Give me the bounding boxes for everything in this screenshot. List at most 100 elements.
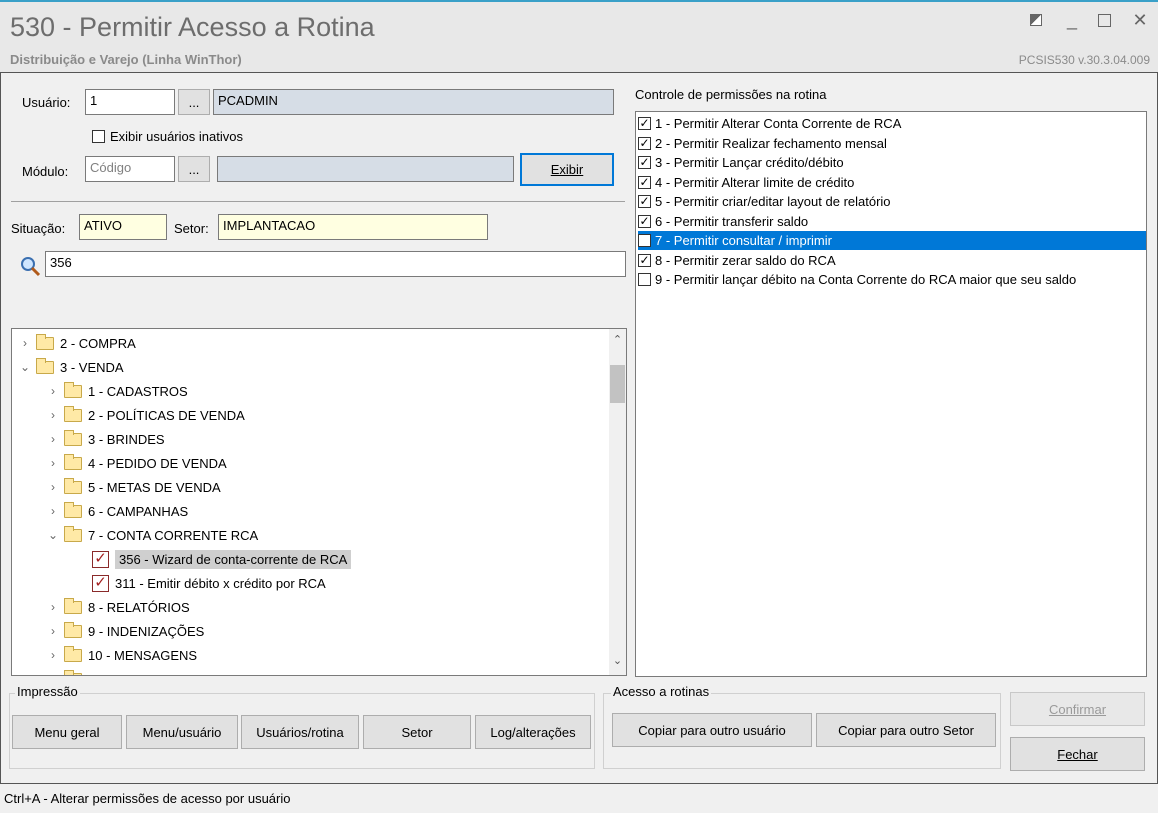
user-lookup-button[interactable]: ...	[178, 89, 210, 115]
permission-checkbox[interactable]: ✓	[638, 214, 651, 228]
tree-item[interactable]: › 10 - MENSAGENS	[46, 643, 197, 667]
chevron-right-icon[interactable]: ›	[46, 648, 60, 662]
situacao-label: Situação:	[11, 221, 66, 236]
chevron-right-icon[interactable]: ›	[46, 600, 60, 614]
module-label: Módulo:	[22, 164, 69, 179]
maximize-icon[interactable]	[1098, 10, 1114, 31]
tree-item[interactable]: › 9 - INDENIZAÇÕES	[46, 619, 204, 643]
permission-item[interactable]: 7 - Permitir consultar / imprimir	[638, 231, 1146, 250]
menu-usuario-button[interactable]: Menu/usuário	[126, 715, 238, 749]
folder-icon	[64, 501, 82, 518]
permission-item[interactable]: 9 - Permitir lançar débito na Conta Corr…	[638, 270, 1146, 289]
chevron-right-icon[interactable]: ›	[46, 432, 60, 446]
permission-item[interactable]: ✓ 2 - Permitir Realizar fechamento mensal	[638, 134, 1146, 153]
permission-item[interactable]: ✓ 1 - Permitir Alterar Conta Corrente de …	[638, 114, 1146, 133]
permission-checkbox[interactable]: ✓	[638, 136, 651, 150]
tree-item[interactable]: › 3 - BRINDES	[46, 427, 165, 451]
exibir-button[interactable]: Exibir	[520, 153, 614, 186]
tree-scrollbar[interactable]: ⌃ ⌄	[609, 329, 626, 675]
permission-checkbox[interactable]	[638, 234, 651, 247]
permissions-list: ✓ 1 - Permitir Alterar Conta Corrente de …	[635, 111, 1147, 677]
tree-item[interactable]: › 2 - COMPRA	[18, 331, 136, 355]
permission-checkbox[interactable]: ✓	[638, 156, 651, 169]
setor-field: IMPLANTACAO	[218, 214, 488, 240]
permission-label: 4 - Permitir Alterar limite de crédito	[655, 174, 855, 190]
tree-item[interactable]: ✓ 356 - Wizard de conta-corrente de RCA	[74, 547, 352, 571]
tree-item[interactable]: › 5 - METAS DE VENDA	[46, 475, 221, 499]
routine-check-icon[interactable]: ✓	[92, 550, 109, 568]
copy-to-user-button[interactable]: Copiar para outro usuário	[612, 713, 812, 747]
permission-item[interactable]: ✓ 4 - Permitir Alterar limite de crédito	[638, 173, 1146, 192]
minimize-icon[interactable]: _	[1064, 10, 1080, 31]
chevron-right-icon[interactable]: ›	[18, 336, 32, 350]
fechar-button[interactable]: Fechar	[1010, 737, 1145, 771]
permission-checkbox[interactable]: ✓	[638, 175, 651, 189]
module-name-field	[217, 156, 514, 182]
folder-icon	[64, 525, 82, 542]
folder-icon	[64, 645, 82, 662]
tree-item-label: 8 - RELATÓRIOS	[88, 599, 190, 615]
tree-item[interactable]: ⌄ 7 - CONTA CORRENTE RCA	[46, 523, 258, 547]
folder-icon	[64, 477, 82, 494]
log-alteracoes-button[interactable]: Log/alterações	[475, 715, 591, 749]
permission-checkbox[interactable]	[638, 273, 651, 286]
permission-label: 7 - Permitir consultar / imprimir	[655, 233, 832, 248]
routine-check-icon[interactable]: ✓	[92, 574, 109, 592]
search-input[interactable]: 356	[45, 251, 626, 277]
module-lookup-button[interactable]: ...	[178, 156, 210, 182]
tree-item-label: 311 - Emitir débito x crédito por RCA	[115, 575, 326, 591]
tree-item[interactable]: ✓ 311 - Emitir débito x crédito por RCA	[74, 571, 326, 595]
tree-item[interactable]: › 6 - CAMPANHAS	[46, 499, 188, 523]
user-label: Usuário:	[22, 95, 71, 110]
tree-item-label: 6 - CAMPANHAS	[88, 503, 189, 519]
restore-icon[interactable]	[1030, 10, 1046, 31]
tree-item-label: 7 - CONTA CORRENTE RCA	[88, 527, 259, 543]
tree-item-label: 9 - INDENIZAÇÕES	[88, 623, 205, 639]
chevron-right-icon[interactable]: ›	[46, 624, 60, 638]
tree-item[interactable]: › 4 - PEDIDO DE VENDA	[46, 451, 227, 475]
scroll-down-icon[interactable]: ⌄	[609, 654, 626, 667]
chevron-right-icon[interactable]: ›	[46, 384, 60, 398]
tree-item[interactable]: › 1 - CADASTROS	[46, 379, 188, 403]
chevron-right-icon[interactable]: ›	[46, 672, 60, 675]
menu-geral-button[interactable]: Menu geral	[12, 715, 122, 749]
permission-item[interactable]: ✓ 5 - Permitir criar/editar layout de rel…	[638, 192, 1146, 211]
copy-to-setor-button[interactable]: Copiar para outro Setor	[816, 713, 996, 747]
window-controls: _ ✕	[1030, 10, 1148, 31]
permission-item[interactable]: ✓ 6 - Permitir transferir saldo	[638, 212, 1146, 231]
user-code-input[interactable]: 1	[85, 89, 175, 115]
impressao-title: Impressão	[15, 684, 80, 699]
chevron-right-icon[interactable]: ›	[46, 408, 60, 422]
show-inactive-checkbox[interactable]	[92, 130, 105, 143]
close-icon[interactable]: ✕	[1132, 10, 1148, 31]
setor-button[interactable]: Setor	[363, 715, 471, 749]
permission-item[interactable]: ✓ 8 - Permitir zerar saldo do RCA	[638, 251, 1146, 270]
permission-checkbox[interactable]: ✓	[638, 253, 651, 267]
chevron-right-icon[interactable]: ›	[46, 504, 60, 518]
permission-checkbox[interactable]: ✓	[638, 117, 651, 130]
user-name-field: PCADMIN	[213, 89, 614, 115]
tree-item-label: 3 - VENDA	[60, 359, 124, 375]
scroll-thumb[interactable]	[610, 365, 625, 403]
chevron-right-icon[interactable]: ›	[46, 480, 60, 494]
tree-item-label: 5 - METAS DE VENDA	[88, 479, 221, 495]
routine-tree: › 2 - COMPRA ⌄ 3 - VENDA › 1 - CADASTROS › 2 - …	[11, 328, 627, 676]
module-code-input[interactable]: Código	[85, 156, 175, 182]
permission-label: 3 - Permitir Lançar crédito/débito	[655, 155, 844, 170]
permission-item[interactable]: ✓ 3 - Permitir Lançar crédito/débito	[638, 153, 1146, 172]
tree-item[interactable]: › 2 - POLÍTICAS DE VENDA	[46, 403, 245, 427]
tree-item[interactable]: ⌄ 3 - VENDA	[18, 355, 124, 379]
tree-item[interactable]: › 11 - VISITAS	[46, 667, 162, 675]
folder-icon	[64, 669, 82, 675]
usuarios-rotina-button[interactable]: Usuários/rotina	[241, 715, 359, 749]
permission-label: 1 - Permitir Alterar Conta Corrente de R…	[655, 116, 902, 131]
chevron-right-icon[interactable]: ›	[46, 456, 60, 470]
scroll-up-icon[interactable]: ⌃	[609, 333, 626, 346]
tree-item[interactable]: › 8 - RELATÓRIOS	[46, 595, 190, 619]
confirmar-button[interactable]: Confirmar	[1010, 692, 1145, 726]
chevron-down-icon[interactable]: ⌄	[46, 528, 60, 542]
folder-icon	[36, 333, 54, 350]
folder-icon	[64, 405, 82, 422]
permission-checkbox[interactable]: ✓	[638, 195, 651, 208]
chevron-down-icon[interactable]: ⌄	[18, 360, 32, 374]
